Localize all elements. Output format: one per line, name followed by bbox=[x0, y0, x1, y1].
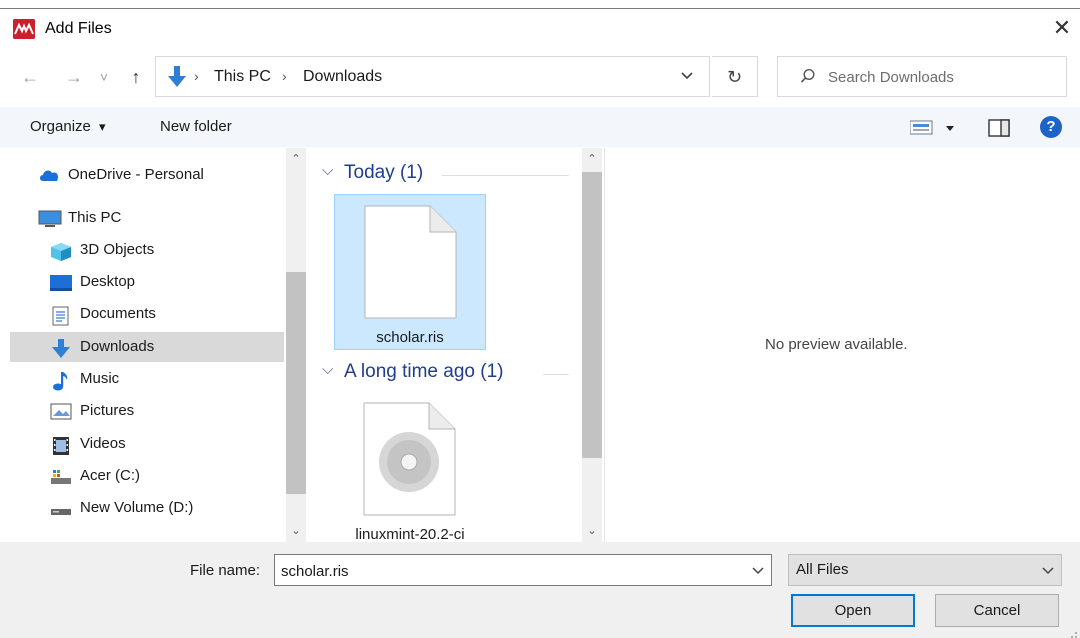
sidebar-item-label: Desktop bbox=[80, 273, 136, 290]
file-name-input[interactable] bbox=[281, 561, 721, 581]
drive-icon bbox=[50, 500, 71, 516]
search-input[interactable] bbox=[828, 66, 1058, 88]
preview-message: No preview available. bbox=[765, 336, 908, 353]
drive-c-icon bbox=[50, 468, 71, 484]
disc-image-icon bbox=[363, 402, 457, 520]
sidebar-item-videos[interactable]: Videos bbox=[10, 429, 284, 459]
sidebar-item-label: Documents bbox=[80, 305, 156, 322]
new-folder-button[interactable]: New folder bbox=[160, 118, 232, 135]
sidebar-item-documents[interactable]: Documents bbox=[10, 299, 284, 329]
download-icon bbox=[166, 65, 188, 93]
sidebar-item-label: Videos bbox=[80, 435, 126, 452]
pane-divider[interactable] bbox=[604, 148, 605, 542]
group-header-today[interactable]: Today (1) bbox=[344, 162, 423, 184]
sidebar-item-label: OneDrive - Personal bbox=[68, 166, 204, 183]
preview-pane-icon[interactable] bbox=[988, 119, 1010, 141]
search-box[interactable] bbox=[777, 56, 1067, 97]
file-name-label: File name: bbox=[190, 562, 261, 579]
sidebar-item-onedrive[interactable]: OneDrive - Personal bbox=[10, 160, 284, 190]
download-icon bbox=[50, 339, 70, 358]
command-toolbar: Organize ▾ New folder ? bbox=[0, 107, 1080, 147]
file-type-value: All Files bbox=[796, 561, 849, 578]
sidebar-item-downloads[interactable]: Downloads bbox=[10, 332, 284, 362]
caret-down-icon: ▾ bbox=[99, 119, 106, 134]
group-header-long-ago[interactable]: A long time ago (1) bbox=[344, 361, 503, 383]
sidebar-item-label: Music bbox=[80, 370, 120, 387]
chevron-down-icon[interactable] bbox=[751, 563, 765, 580]
sidebar-item-label: Downloads bbox=[80, 338, 155, 355]
pictures-icon bbox=[50, 403, 72, 420]
scroll-down-icon[interactable]: ⌄ bbox=[582, 524, 602, 538]
search-icon bbox=[800, 68, 816, 88]
cloud-icon bbox=[38, 167, 59, 183]
sidebar-item-label: This PC bbox=[68, 209, 122, 226]
file-type-select[interactable]: All Files bbox=[788, 554, 1062, 586]
close-button[interactable]: ✕ bbox=[1050, 16, 1074, 40]
forward-button[interactable]: → bbox=[62, 66, 86, 88]
blank-file-icon bbox=[364, 205, 458, 323]
chevron-down-icon bbox=[1041, 563, 1055, 580]
sidebar-item-new-volume-d[interactable]: New Volume (D:) bbox=[10, 493, 284, 523]
group-divider bbox=[442, 175, 569, 176]
window-top-border bbox=[0, 8, 1080, 9]
recent-locations-button[interactable]: ˅ bbox=[96, 66, 112, 88]
up-button[interactable]: ↑ bbox=[124, 66, 148, 88]
scrollbar-thumb[interactable] bbox=[582, 172, 602, 458]
sidebar-item-label: Acer (C:) bbox=[80, 467, 140, 484]
sidebar-item-this-pc[interactable]: This PC bbox=[10, 203, 284, 233]
scrollbar-thumb[interactable] bbox=[286, 272, 306, 494]
file-name: scholar.ris bbox=[376, 329, 444, 346]
breadcrumb-downloads[interactable]: Downloads bbox=[303, 68, 382, 86]
organize-button[interactable]: Organize ▾ bbox=[30, 118, 106, 135]
breadcrumb-this-pc[interactable]: This PC bbox=[214, 68, 271, 86]
sidebar-item-music[interactable]: Music bbox=[10, 364, 284, 394]
window-title: Add Files bbox=[45, 20, 112, 37]
navigation-pane: OneDrive - Personal This PC 3D Objects D… bbox=[10, 148, 306, 542]
scroll-up-icon[interactable]: ⌃ bbox=[582, 152, 602, 166]
address-bar[interactable]: › This PC › Downloads bbox=[155, 56, 710, 97]
group-collapse-icon[interactable]: ⌵ bbox=[322, 361, 340, 378]
scroll-down-icon[interactable]: ⌄ bbox=[286, 524, 306, 538]
sidebar-item-pictures[interactable]: Pictures bbox=[10, 396, 284, 426]
app-logo-icon bbox=[13, 19, 35, 39]
music-note-icon bbox=[52, 371, 72, 391]
resize-grip-icon[interactable] bbox=[1068, 626, 1078, 638]
help-icon[interactable]: ? bbox=[1040, 116, 1062, 138]
computer-icon bbox=[38, 210, 62, 227]
breadcrumb-separator: › bbox=[194, 68, 199, 84]
file-tile[interactable]: scholar.ris bbox=[334, 194, 486, 350]
organize-label: Organize bbox=[30, 118, 91, 135]
document-icon bbox=[52, 306, 72, 326]
breadcrumb-separator: › bbox=[282, 68, 287, 84]
cancel-button[interactable]: Cancel bbox=[935, 594, 1059, 627]
sidebar-item-desktop[interactable]: Desktop bbox=[10, 267, 284, 297]
view-mode-button[interactable] bbox=[909, 120, 958, 140]
back-button[interactable]: ← bbox=[18, 66, 42, 88]
desktop-icon bbox=[50, 274, 72, 291]
file-name: linuxmint-20.2-ci bbox=[355, 526, 465, 542]
navigation-scrollbar[interactable]: ⌃ ⌄ bbox=[286, 148, 306, 542]
sidebar-item-label: Pictures bbox=[80, 402, 135, 419]
sidebar-item-acer-c[interactable]: Acer (C:) bbox=[10, 461, 284, 491]
group-collapse-icon[interactable]: ⌵ bbox=[322, 162, 340, 179]
open-button[interactable]: Open bbox=[791, 594, 915, 627]
refresh-button[interactable]: ↻ bbox=[712, 56, 758, 97]
film-icon bbox=[52, 436, 72, 455]
cube-icon bbox=[50, 242, 71, 261]
sidebar-item-label: 3D Objects bbox=[80, 241, 155, 258]
sidebar-item-label: New Volume (D:) bbox=[80, 499, 194, 516]
chevron-down-icon[interactable] bbox=[680, 68, 694, 85]
scroll-up-icon[interactable]: ⌃ bbox=[286, 152, 306, 166]
file-tile[interactable]: linuxmint-20.2-ci bbox=[334, 394, 486, 542]
file-name-combobox[interactable] bbox=[274, 554, 772, 586]
group-divider bbox=[543, 374, 569, 375]
file-list-scrollbar[interactable]: ⌃ ⌄ bbox=[582, 148, 602, 542]
sidebar-item-3d-objects[interactable]: 3D Objects bbox=[10, 235, 284, 265]
